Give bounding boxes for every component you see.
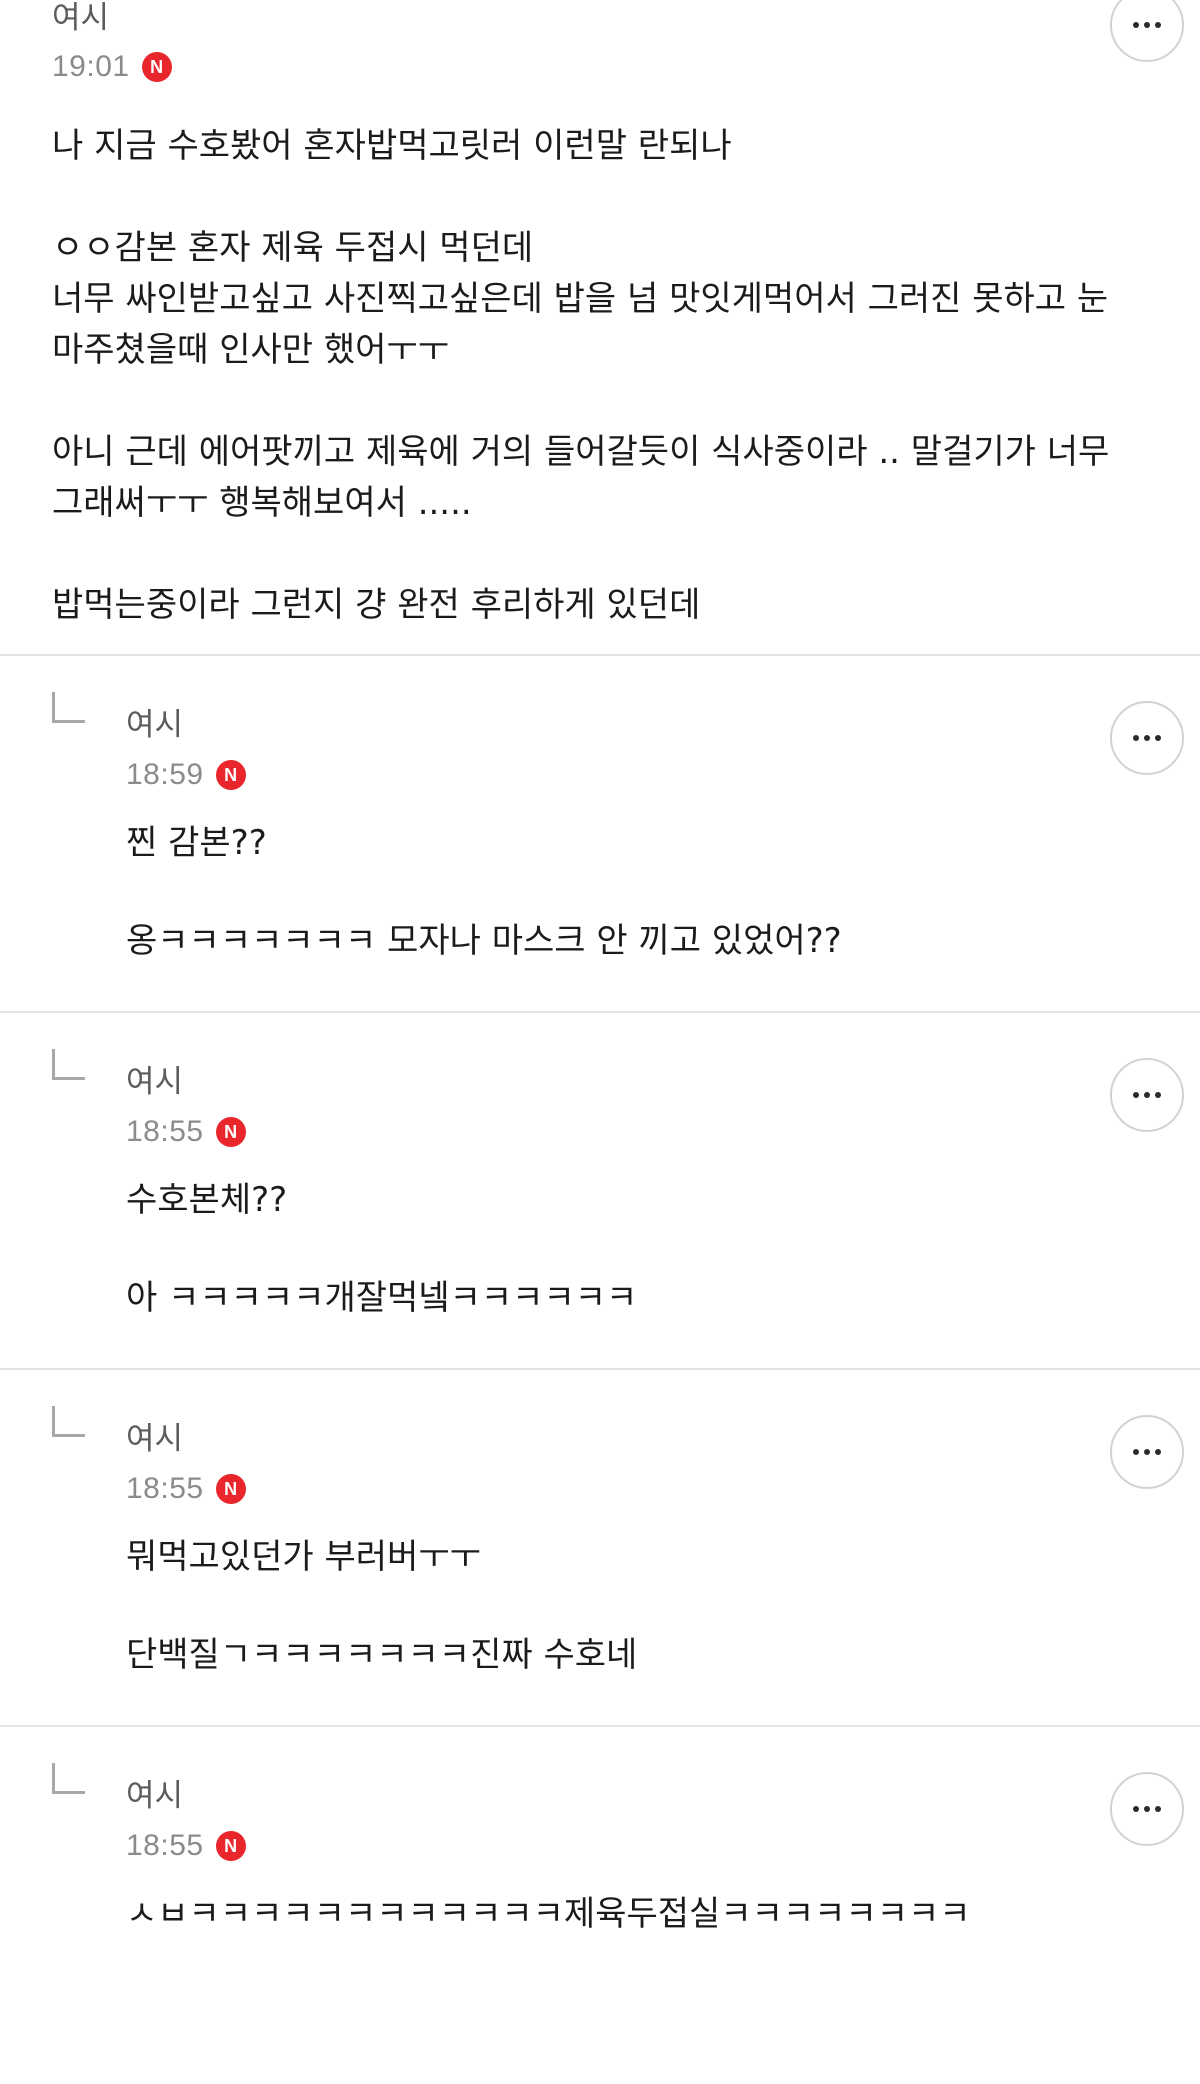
comment-author[interactable]: 여시 [126, 1370, 1148, 1459]
comment-body: 수호본체?? 아 ㅋㅋㅋㅋㅋ개잘먹넼ㅋㅋㅋㅋㅋㅋ [126, 1180, 638, 1318]
comment-body: 찐 감본?? 옹ㅋㅋㅋㅋㅋㅋㅋ 모자나 마스크 안 끼고 있었어?? [126, 823, 842, 961]
reply-arrow-icon [52, 1406, 85, 1437]
reply-arrow-icon [52, 1049, 85, 1080]
more-options-button[interactable] [1110, 1415, 1184, 1489]
comment-meta: 18:55 N [126, 1112, 1148, 1152]
more-options-icon [1133, 735, 1161, 741]
comment-meta: 18:55 N [126, 1469, 1148, 1509]
comment-author[interactable]: 여시 [126, 1013, 1148, 1102]
new-badge: N [215, 1117, 246, 1147]
more-options-icon [1133, 22, 1161, 28]
reply-arrow-icon [52, 1763, 85, 1794]
more-options-icon [1133, 1092, 1161, 1098]
comment-meta: 18:59 N [126, 755, 1148, 795]
new-badge: N [141, 52, 172, 82]
new-badge: N [215, 1474, 246, 1504]
more-options-button[interactable] [1110, 701, 1184, 775]
new-badge: N [215, 760, 246, 790]
comment-time: 19:01 [52, 50, 130, 83]
comment-time: 18:55 [126, 1829, 204, 1862]
more-options-icon [1133, 1806, 1161, 1812]
comment-body: 뭐먹고있던가 부러버ㅜㅜ 단백질ㄱㅋㅋㅋㅋㅋㅋㅋ진짜 수호네 [126, 1537, 638, 1675]
comment-meta: 18:55 N [126, 1826, 1148, 1866]
reply-arrow-icon [52, 692, 85, 723]
reply-comment: 여시 18:59 N 찐 감본?? 옹ㅋㅋㅋㅋㅋㅋㅋ 모자나 마스크 안 끼고 … [0, 656, 1200, 1013]
comment-time: 18:59 [126, 758, 204, 791]
comment-body: 나 지금 수호봤어 혼자밥먹고릿러 이런말 란되나 ㅇㅇ감본 혼자 제육 두접시… [52, 126, 1110, 625]
comment-time: 18:55 [126, 1472, 204, 1505]
comment-author[interactable]: 여시 [52, 0, 1148, 38]
more-options-icon [1133, 1449, 1161, 1455]
new-badge: N [215, 1831, 246, 1861]
reply-comment: 여시 18:55 N 수호본체?? 아 ㅋㅋㅋㅋㅋ개잘먹넼ㅋㅋㅋㅋㅋㅋ [0, 1013, 1200, 1370]
reply-comment: 여시 18:55 N 뭐먹고있던가 부러버ㅜㅜ 단백질ㄱㅋㅋㅋㅋㅋㅋㅋ진짜 수호… [0, 1370, 1200, 1727]
comment: 여시 19:01 N 나 지금 수호봤어 혼자밥먹고릿러 이런말 란되나 ㅇㅇ감… [0, 0, 1200, 656]
more-options-button[interactable] [1110, 1058, 1184, 1132]
more-options-button[interactable] [1110, 1772, 1184, 1846]
reply-comment: 여시 18:55 N ㅅㅂㅋㅋㅋㅋㅋㅋㅋㅋㅋㅋㅋㅋ제육두접실ㅋㅋㅋㅋㅋㅋㅋㅋ [0, 1727, 1200, 2084]
comment-time: 18:55 [126, 1115, 204, 1148]
comment-author[interactable]: 여시 [126, 1727, 1148, 1816]
comment-meta: 19:01 N [52, 47, 1148, 87]
comment-author[interactable]: 여시 [126, 656, 1148, 745]
comment-body: ㅅㅂㅋㅋㅋㅋㅋㅋㅋㅋㅋㅋㅋㅋ제육두접실ㅋㅋㅋㅋㅋㅋㅋㅋ [126, 1894, 971, 1934]
